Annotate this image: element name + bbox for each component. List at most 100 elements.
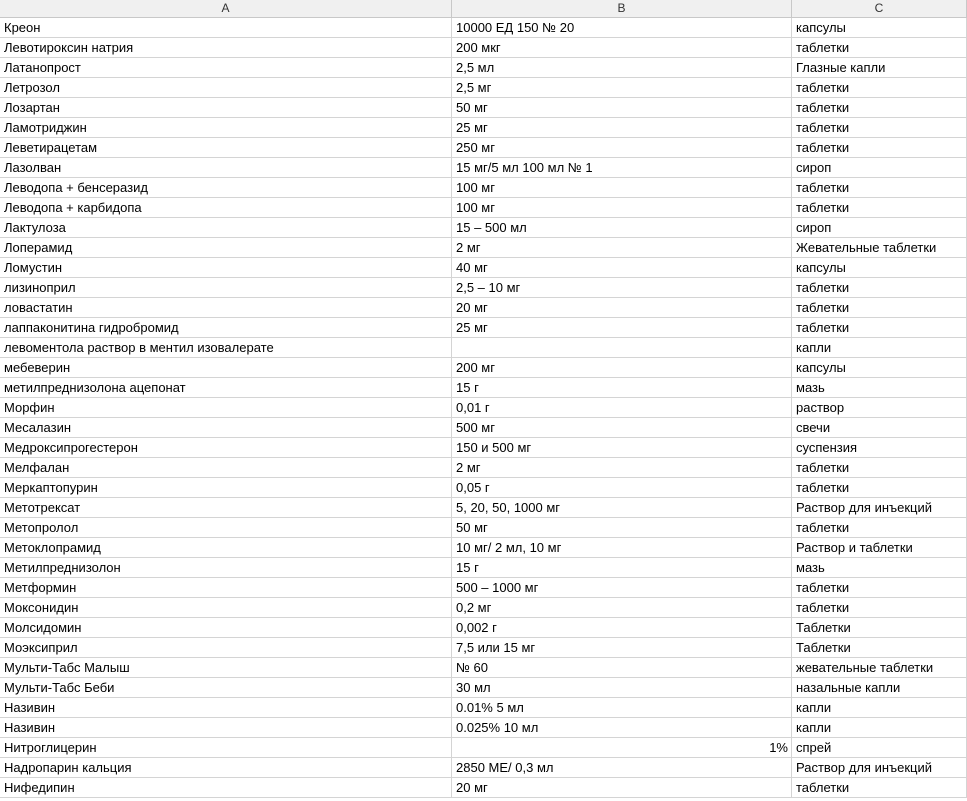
cell-dosage[interactable]: 2,5 мг (452, 78, 792, 97)
column-header-c[interactable]: C (792, 0, 967, 17)
cell-name[interactable]: Лазолван (0, 158, 452, 177)
cell-form[interactable]: капли (792, 338, 967, 357)
cell-form[interactable]: Жевательные таблетки (792, 238, 967, 257)
cell-dosage[interactable]: 40 мг (452, 258, 792, 277)
cell-form[interactable]: таблетки (792, 478, 967, 497)
cell-form[interactable]: капсулы (792, 358, 967, 377)
cell-dosage[interactable]: 200 мг (452, 358, 792, 377)
cell-dosage[interactable]: 15 г (452, 558, 792, 577)
cell-form[interactable]: раствор (792, 398, 967, 417)
cell-form[interactable]: таблетки (792, 78, 967, 97)
cell-dosage[interactable]: 15 – 500 мл (452, 218, 792, 237)
cell-dosage[interactable]: 25 мг (452, 318, 792, 337)
cell-name[interactable]: Нитроглицерин (0, 738, 452, 757)
cell-form[interactable]: таблетки (792, 98, 967, 117)
cell-name[interactable]: Медроксипрогестерон (0, 438, 452, 457)
cell-dosage[interactable]: 50 мг (452, 518, 792, 537)
cell-name[interactable]: Леветирацетам (0, 138, 452, 157)
cell-form[interactable]: таблетки (792, 518, 967, 537)
cell-name[interactable]: Моэксиприл (0, 638, 452, 657)
cell-dosage[interactable]: 500 мг (452, 418, 792, 437)
cell-form[interactable]: таблетки (792, 278, 967, 297)
cell-form[interactable]: Раствор для инъекций (792, 498, 967, 517)
cell-name[interactable]: Морфин (0, 398, 452, 417)
cell-form[interactable]: назальные капли (792, 678, 967, 697)
cell-form[interactable]: капсулы (792, 258, 967, 277)
cell-name[interactable]: Мульти-Табс Малыш (0, 658, 452, 677)
cell-dosage[interactable]: 500 – 1000 мг (452, 578, 792, 597)
cell-form[interactable]: таблетки (792, 38, 967, 57)
cell-name[interactable]: Лактулоза (0, 218, 452, 237)
cell-form[interactable]: Раствор для инъекций (792, 758, 967, 777)
cell-form[interactable]: таблетки (792, 458, 967, 477)
cell-form[interactable]: таблетки (792, 178, 967, 197)
cell-form[interactable]: таблетки (792, 198, 967, 217)
cell-dosage[interactable]: 1% (452, 738, 792, 757)
cell-form[interactable]: таблетки (792, 578, 967, 597)
cell-dosage[interactable]: 7,5 или 15 мг (452, 638, 792, 657)
cell-dosage[interactable]: 25 мг (452, 118, 792, 137)
cell-name[interactable]: Леводопа + карбидопа (0, 198, 452, 217)
cell-form[interactable]: суспензия (792, 438, 967, 457)
cell-dosage[interactable]: 2 мг (452, 238, 792, 257)
cell-name[interactable]: Левотироксин натрия (0, 38, 452, 57)
cell-name[interactable]: Леводопа + бенсеразид (0, 178, 452, 197)
cell-form[interactable]: таблетки (792, 138, 967, 157)
cell-dosage[interactable]: 0,05 г (452, 478, 792, 497)
cell-form[interactable]: таблетки (792, 318, 967, 337)
cell-dosage[interactable]: 15 мг/5 мл 100 мл № 1 (452, 158, 792, 177)
cell-dosage[interactable]: 10 мг/ 2 мл, 10 мг (452, 538, 792, 557)
cell-form[interactable]: Таблетки (792, 638, 967, 657)
cell-form[interactable]: сироп (792, 158, 967, 177)
cell-dosage[interactable]: № 60 (452, 658, 792, 677)
cell-dosage[interactable]: 2,5 – 10 мг (452, 278, 792, 297)
cell-form[interactable]: капли (792, 718, 967, 737)
cell-name[interactable]: Летрозол (0, 78, 452, 97)
cell-form[interactable]: мазь (792, 558, 967, 577)
cell-dosage[interactable]: 100 мг (452, 198, 792, 217)
cell-name[interactable]: ловастатин (0, 298, 452, 317)
cell-form[interactable]: таблетки (792, 118, 967, 137)
cell-name[interactable]: Метформин (0, 578, 452, 597)
cell-dosage[interactable]: 150 и 500 мг (452, 438, 792, 457)
cell-name[interactable]: Метилпреднизолон (0, 558, 452, 577)
cell-dosage[interactable]: 15 г (452, 378, 792, 397)
cell-dosage[interactable]: 30 мл (452, 678, 792, 697)
cell-dosage[interactable]: 0,2 мг (452, 598, 792, 617)
cell-name[interactable]: метилпреднизолона ацепонат (0, 378, 452, 397)
cell-name[interactable]: левоментола раствор в ментил изовалерате (0, 338, 452, 357)
cell-dosage[interactable]: 250 мг (452, 138, 792, 157)
cell-dosage[interactable]: 2850 МЕ/ 0,3 мл (452, 758, 792, 777)
cell-dosage[interactable]: 0,01 г (452, 398, 792, 417)
cell-name[interactable]: Ламотриджин (0, 118, 452, 137)
cell-name[interactable]: Надропарин кальция (0, 758, 452, 777)
cell-form[interactable]: таблетки (792, 778, 967, 797)
cell-name[interactable]: Ломустин (0, 258, 452, 277)
cell-dosage[interactable]: 20 мг (452, 778, 792, 797)
cell-dosage[interactable]: 5, 20, 50, 1000 мг (452, 498, 792, 517)
cell-dosage[interactable]: 0.025% 10 мл (452, 718, 792, 737)
cell-name[interactable]: лаппаконитина гидробромид (0, 318, 452, 337)
cell-name[interactable]: Називин (0, 698, 452, 717)
column-header-b[interactable]: B (452, 0, 792, 17)
cell-dosage[interactable]: 200 мкг (452, 38, 792, 57)
cell-form[interactable]: сироп (792, 218, 967, 237)
cell-dosage[interactable]: 20 мг (452, 298, 792, 317)
cell-name[interactable]: Лоперамид (0, 238, 452, 257)
cell-name[interactable]: Моксонидин (0, 598, 452, 617)
cell-form[interactable]: капли (792, 698, 967, 717)
cell-name[interactable]: Креон (0, 18, 452, 37)
cell-dosage[interactable]: 2 мг (452, 458, 792, 477)
cell-name[interactable]: Метотрексат (0, 498, 452, 517)
cell-name[interactable]: Метоклопрамид (0, 538, 452, 557)
cell-name[interactable]: Називин (0, 718, 452, 737)
column-header-a[interactable]: A (0, 0, 452, 17)
cell-form[interactable]: таблетки (792, 298, 967, 317)
cell-name[interactable]: Мульти-Табс Беби (0, 678, 452, 697)
cell-dosage[interactable]: 2,5 мл (452, 58, 792, 77)
cell-form[interactable]: мазь (792, 378, 967, 397)
cell-dosage[interactable]: 50 мг (452, 98, 792, 117)
cell-name[interactable]: Метопролол (0, 518, 452, 537)
cell-name[interactable]: Меркаптопурин (0, 478, 452, 497)
cell-name[interactable]: Нифедипин (0, 778, 452, 797)
